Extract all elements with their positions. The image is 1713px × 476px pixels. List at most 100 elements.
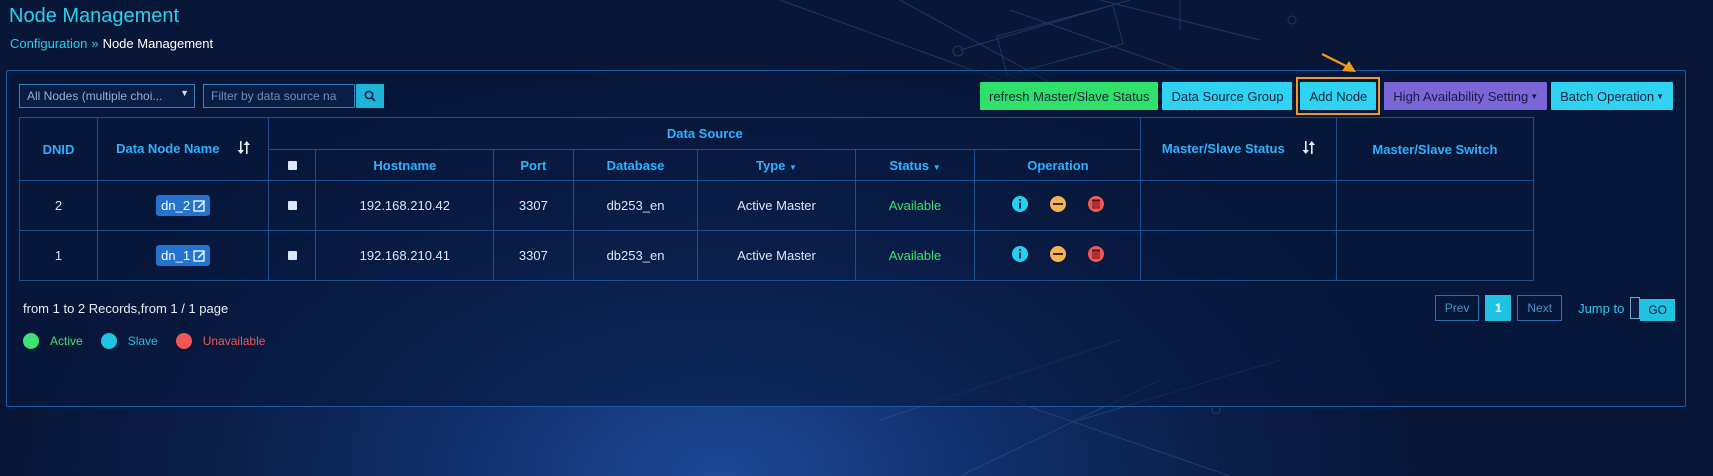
cell-data-node-name: dn_1 <box>97 230 270 281</box>
arrow-pointer-icon <box>1321 53 1356 72</box>
table-row: 1 dn_1 192.168.210.41 3307 db253_en Acti… <box>18 230 1535 281</box>
data-node-name-label: dn_1 <box>161 248 191 263</box>
row-select-checkbox[interactable] <box>287 201 297 210</box>
node-management-panel: All Nodes (multiple choi... ▼ refresh Ma… <box>6 70 1686 407</box>
data-node-name-tag[interactable]: dn_1 <box>156 245 211 266</box>
column-header-port: Port <box>493 149 574 181</box>
prev-page-button[interactable]: Prev <box>1434 295 1480 321</box>
high-availability-setting-button[interactable]: High Availability Setting ▼ <box>1384 82 1548 110</box>
info-icon[interactable] <box>1011 245 1029 263</box>
row-select-checkbox[interactable] <box>287 251 297 260</box>
column-group-data-source: Data Source <box>268 117 1142 150</box>
sort-icon[interactable] <box>1302 141 1316 157</box>
column-header-dnid: DNID <box>18 117 99 181</box>
add-node-highlight: Add Node <box>1296 77 1381 115</box>
toolbar-actions: refresh Master/Slave Status Data Source … <box>980 77 1673 115</box>
cell-operation <box>974 230 1142 281</box>
chevron-down-icon: ▼ <box>180 88 189 98</box>
column-header-master-slave-switch: Master/Slave Switch <box>1335 117 1535 181</box>
search-button[interactable] <box>356 84 384 108</box>
legend-label-active: Active <box>50 334 83 348</box>
add-node-button[interactable]: Add Node <box>1300 82 1377 110</box>
sort-icon[interactable] <box>237 141 251 157</box>
search-icon <box>364 90 376 102</box>
chevron-down-icon: ▼ <box>1656 91 1664 101</box>
cell-row-select <box>268 230 317 281</box>
legend-dot-slave <box>100 333 117 349</box>
cell-master-slave-status <box>1140 230 1337 281</box>
select-all-checkbox[interactable] <box>287 160 297 170</box>
legend-dot-unavailable <box>175 333 192 349</box>
refresh-status-button[interactable]: refresh Master/Slave Status <box>980 82 1159 110</box>
legend-label-slave: Slave <box>127 334 158 348</box>
cell-hostname: 192.168.210.41 <box>315 230 495 281</box>
chevron-down-icon: ▼ <box>1530 91 1539 101</box>
cell-hostname: 192.168.210.42 <box>315 180 495 231</box>
cell-port: 3307 <box>493 230 574 281</box>
data-node-name-label: dn_2 <box>161 198 191 213</box>
breadcrumb-separator: » <box>91 36 99 51</box>
page-title: Node Management <box>9 5 180 27</box>
edit-icon[interactable] <box>193 249 206 262</box>
cell-status: Available <box>854 180 976 231</box>
cell-database: db253_en <box>572 230 699 281</box>
breadcrumb-current: Node Management <box>102 36 214 51</box>
legend-label-unavailable: Unavailable <box>202 334 266 348</box>
info-icon[interactable] <box>1011 195 1029 213</box>
cell-master-slave-status <box>1140 180 1337 231</box>
jump-to-page-input[interactable] <box>1630 297 1641 319</box>
cell-status: Available <box>854 230 976 281</box>
column-header-type[interactable]: Type ▼ <box>697 149 856 181</box>
cell-dnid: 2 <box>18 180 99 231</box>
table-row: 2 dn_2 192.168.210.42 3307 db253_en Acti… <box>18 180 1535 231</box>
cell-database: db253_en <box>572 180 699 231</box>
next-page-button[interactable]: Next <box>1517 295 1563 321</box>
column-header-status-label: Status <box>889 157 930 173</box>
data-source-group-button[interactable]: Data Source Group <box>1162 82 1293 110</box>
column-header-type-label: Type <box>756 157 786 173</box>
edit-icon[interactable] <box>193 199 206 212</box>
breadcrumb-configuration-link[interactable]: Configuration <box>10 36 87 51</box>
cell-type: Active Master <box>697 180 856 231</box>
column-header-database: Database <box>572 149 699 181</box>
cell-dnid: 1 <box>18 230 99 281</box>
cell-data-node-name: dn_2 <box>97 180 270 231</box>
node-table: DNID Data Node Name Data Source Master/S… <box>18 117 1535 281</box>
cell-master-slave-switch <box>1335 180 1535 231</box>
caret-down-icon: ▼ <box>789 162 797 172</box>
column-header-data-node-name-label: Data Node Name <box>116 140 220 156</box>
breadcrumb: Configuration » Node Management <box>10 36 213 51</box>
cell-operation <box>974 180 1142 231</box>
node-filter-select-value: All Nodes (multiple choi... <box>27 89 163 103</box>
cell-type: Active Master <box>697 230 856 281</box>
cell-port: 3307 <box>493 180 574 231</box>
jump-to-label: Jump to <box>1578 300 1625 316</box>
batch-operation-label: Batch Operation <box>1560 88 1655 104</box>
column-header-status[interactable]: Status ▼ <box>854 149 976 181</box>
node-filter-select[interactable]: All Nodes (multiple choi... ▼ <box>19 84 195 108</box>
status-legend: Active Slave Unavailable <box>23 333 283 349</box>
go-button[interactable]: GO <box>1640 299 1675 321</box>
legend-dot-active <box>23 333 39 349</box>
disable-icon[interactable] <box>1049 195 1067 213</box>
delete-icon[interactable] <box>1087 195 1105 213</box>
cell-master-slave-switch <box>1335 230 1535 281</box>
records-summary: from 1 to 2 Records,from 1 / 1 page <box>23 301 229 316</box>
disable-icon[interactable] <box>1049 245 1067 263</box>
pagination: Prev 1 Next Jump to GO <box>1434 295 1675 321</box>
data-source-filter-input[interactable] <box>203 84 355 108</box>
data-node-name-tag[interactable]: dn_2 <box>156 195 211 216</box>
current-page-button[interactable]: 1 <box>1485 295 1512 321</box>
caret-down-icon: ▼ <box>932 162 941 172</box>
delete-icon[interactable] <box>1087 245 1105 263</box>
jump-to-control: GO <box>1630 295 1675 321</box>
column-header-hostname: Hostname <box>315 149 495 181</box>
column-header-master-slave-status-label: Master/Slave Status <box>1161 140 1285 156</box>
cell-row-select <box>268 180 317 231</box>
high-availability-setting-label: High Availability Setting <box>1393 88 1529 104</box>
column-header-operation: Operation <box>974 149 1142 181</box>
column-header-master-slave-status[interactable]: Master/Slave Status <box>1140 117 1337 181</box>
batch-operation-button[interactable]: Batch Operation ▼ <box>1551 82 1673 110</box>
column-header-data-node-name[interactable]: Data Node Name <box>97 117 270 181</box>
select-all-header <box>268 149 317 181</box>
